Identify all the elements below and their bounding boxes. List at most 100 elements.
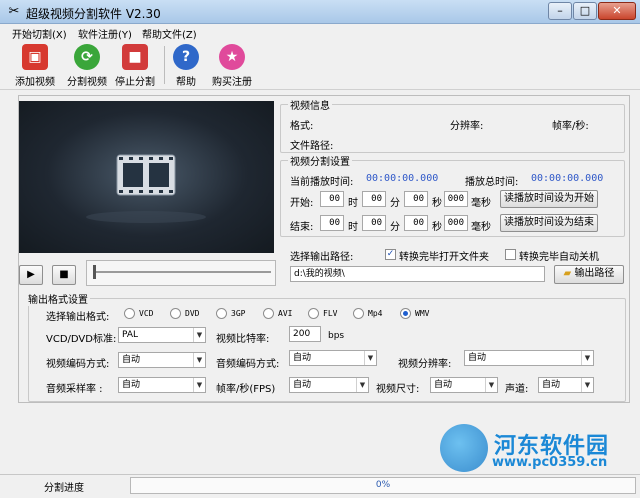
vcd-standard-select[interactable]: PAL ▼ [118, 327, 206, 343]
fps-info-label: 帧率/秒: [552, 121, 589, 132]
minimize-button[interactable]: – [548, 2, 572, 20]
output-path-input[interactable]: d:\我的视频\ [290, 266, 545, 282]
app-icon: ✂ [8, 4, 20, 19]
chevron-down-icon: ▼ [581, 378, 593, 392]
split-video-icon: ⟳ [74, 44, 100, 70]
play-button[interactable]: ▶ [19, 265, 43, 285]
ms-unit: 毫秒 [471, 222, 491, 233]
end-label: 结束: [290, 222, 314, 233]
toolbar-separator [164, 46, 165, 84]
current-time-value: 00:00:00.000 [366, 173, 439, 184]
output-path-label: 选择输出路径: [290, 252, 354, 263]
end-minute-input[interactable]: 00 [362, 215, 386, 231]
vcd-standard-label: VCD/DVD标准: [46, 334, 117, 345]
video-resolution-select[interactable]: 自动 ▼ [464, 350, 594, 366]
radio-flv-label: FLV [323, 309, 338, 318]
radio-wmv[interactable] [400, 308, 411, 319]
video-resolution-label: 视频分辨率: [398, 359, 452, 370]
start-label: 开始: [290, 198, 314, 209]
bitrate-unit: bps [328, 331, 345, 341]
close-button[interactable]: ✕ [598, 2, 636, 20]
folder-icon: ▰ [563, 268, 572, 279]
radio-mp4-label: Mp4 [368, 309, 383, 318]
buy-register-button[interactable]: ★ 购买注册 [208, 44, 256, 88]
start-ms-input[interactable]: 000 [444, 191, 468, 207]
audio-codec-select[interactable]: 自动 ▼ [289, 350, 377, 366]
split-settings-title: 视频分割设置 [288, 153, 352, 168]
total-time-label: 播放总时间: [465, 177, 519, 188]
hour-unit: 时 [348, 198, 358, 209]
progress-text: 0% [375, 480, 391, 490]
split-video-button[interactable]: ⟳ 分割视频 [64, 44, 110, 88]
radio-mp4[interactable] [353, 308, 364, 319]
auto-shutdown-checkbox[interactable] [505, 249, 516, 260]
help-icon: ? [173, 44, 199, 70]
open-folder-label: 转换完毕打开文件夹 [399, 252, 489, 263]
end-ms-input[interactable]: 000 [444, 215, 468, 231]
radio-vcd-label: VCD [139, 309, 154, 318]
audio-codec-label: 音频编码方式: [216, 359, 280, 370]
end-second-input[interactable]: 00 [404, 215, 428, 231]
progress-label: 分割进度 [44, 483, 84, 494]
video-codec-select[interactable]: 自动 ▼ [118, 352, 206, 368]
chevron-down-icon: ▼ [581, 351, 593, 365]
fps-select[interactable]: 自动 ▼ [289, 377, 369, 393]
open-folder-checkbox[interactable]: ✓ [385, 249, 396, 260]
video-bitrate-input[interactable]: 200 [289, 326, 321, 342]
set-start-button[interactable]: 读播放时间设为开始 [500, 190, 598, 208]
radio-avi[interactable] [263, 308, 274, 319]
video-preview [19, 101, 274, 253]
radio-3gp-label: 3GP [231, 309, 246, 318]
chevron-down-icon: ▼ [193, 328, 205, 342]
help-button[interactable]: ? 帮助 [170, 44, 202, 88]
stop-button[interactable]: ■ [52, 265, 76, 285]
minute-unit: 分 [390, 198, 400, 209]
format-label: 格式: [290, 121, 314, 132]
radio-flv[interactable] [308, 308, 319, 319]
stop-split-icon: ■ [122, 44, 148, 70]
video-bitrate-label: 视频比特率: [216, 334, 270, 345]
fps-label: 帧率/秒(FPS) [216, 384, 276, 395]
radio-dvd-label: DVD [185, 309, 200, 318]
set-end-button[interactable]: 读播放时间设为结束 [500, 214, 598, 232]
watermark-logo [440, 424, 488, 472]
end-hour-input[interactable]: 00 [320, 215, 344, 231]
stop-split-button[interactable]: ■ 停止分割 [112, 44, 158, 88]
chevron-down-icon: ▼ [356, 378, 368, 392]
radio-dvd[interactable] [170, 308, 181, 319]
maximize-button[interactable]: □ [573, 2, 597, 20]
channel-select[interactable]: 自动 ▼ [538, 377, 594, 393]
start-minute-input[interactable]: 00 [362, 191, 386, 207]
menu-register[interactable]: 软件注册(Y) [78, 26, 132, 41]
seek-track [95, 271, 271, 273]
film-clip-icon [86, 154, 206, 223]
chevron-down-icon: ▼ [193, 378, 205, 392]
ms-unit: 毫秒 [471, 198, 491, 209]
second-unit: 秒 [432, 222, 442, 233]
second-unit: 秒 [432, 198, 442, 209]
add-video-icon: ▣ [22, 44, 48, 70]
seek-handle[interactable] [93, 265, 96, 279]
window-title: 超级视频分割软件 V2.30 [26, 7, 161, 21]
browse-output-button[interactable]: ▰ 输出路径 [554, 265, 624, 284]
menu-start-cut[interactable]: 开始切割(X) [12, 26, 67, 41]
auto-shutdown-label: 转换完毕自动关机 [519, 252, 599, 263]
start-second-input[interactable]: 00 [404, 191, 428, 207]
radio-vcd[interactable] [124, 308, 135, 319]
video-codec-label: 视频编码方式: [46, 359, 110, 370]
video-size-select[interactable]: 自动 ▼ [430, 377, 498, 393]
add-video-button[interactable]: ▣ 添加视频 [12, 44, 58, 88]
video-info-title: 视频信息 [288, 97, 332, 112]
radio-avi-label: AVI [278, 309, 293, 318]
menu-help[interactable]: 帮助文件(Z) [142, 26, 197, 41]
audio-samplerate-select[interactable]: 自动 ▼ [118, 377, 206, 393]
chevron-down-icon: ▼ [193, 353, 205, 367]
select-format-label: 选择输出格式: [46, 312, 110, 323]
buy-register-icon: ★ [219, 44, 245, 70]
progress-bar: 0% [130, 477, 636, 494]
radio-wmv-label: WMV [415, 309, 430, 318]
seek-bar[interactable] [86, 260, 276, 286]
radio-3gp[interactable] [216, 308, 227, 319]
start-hour-input[interactable]: 00 [320, 191, 344, 207]
output-format-title: 输出格式设置 [26, 291, 90, 306]
